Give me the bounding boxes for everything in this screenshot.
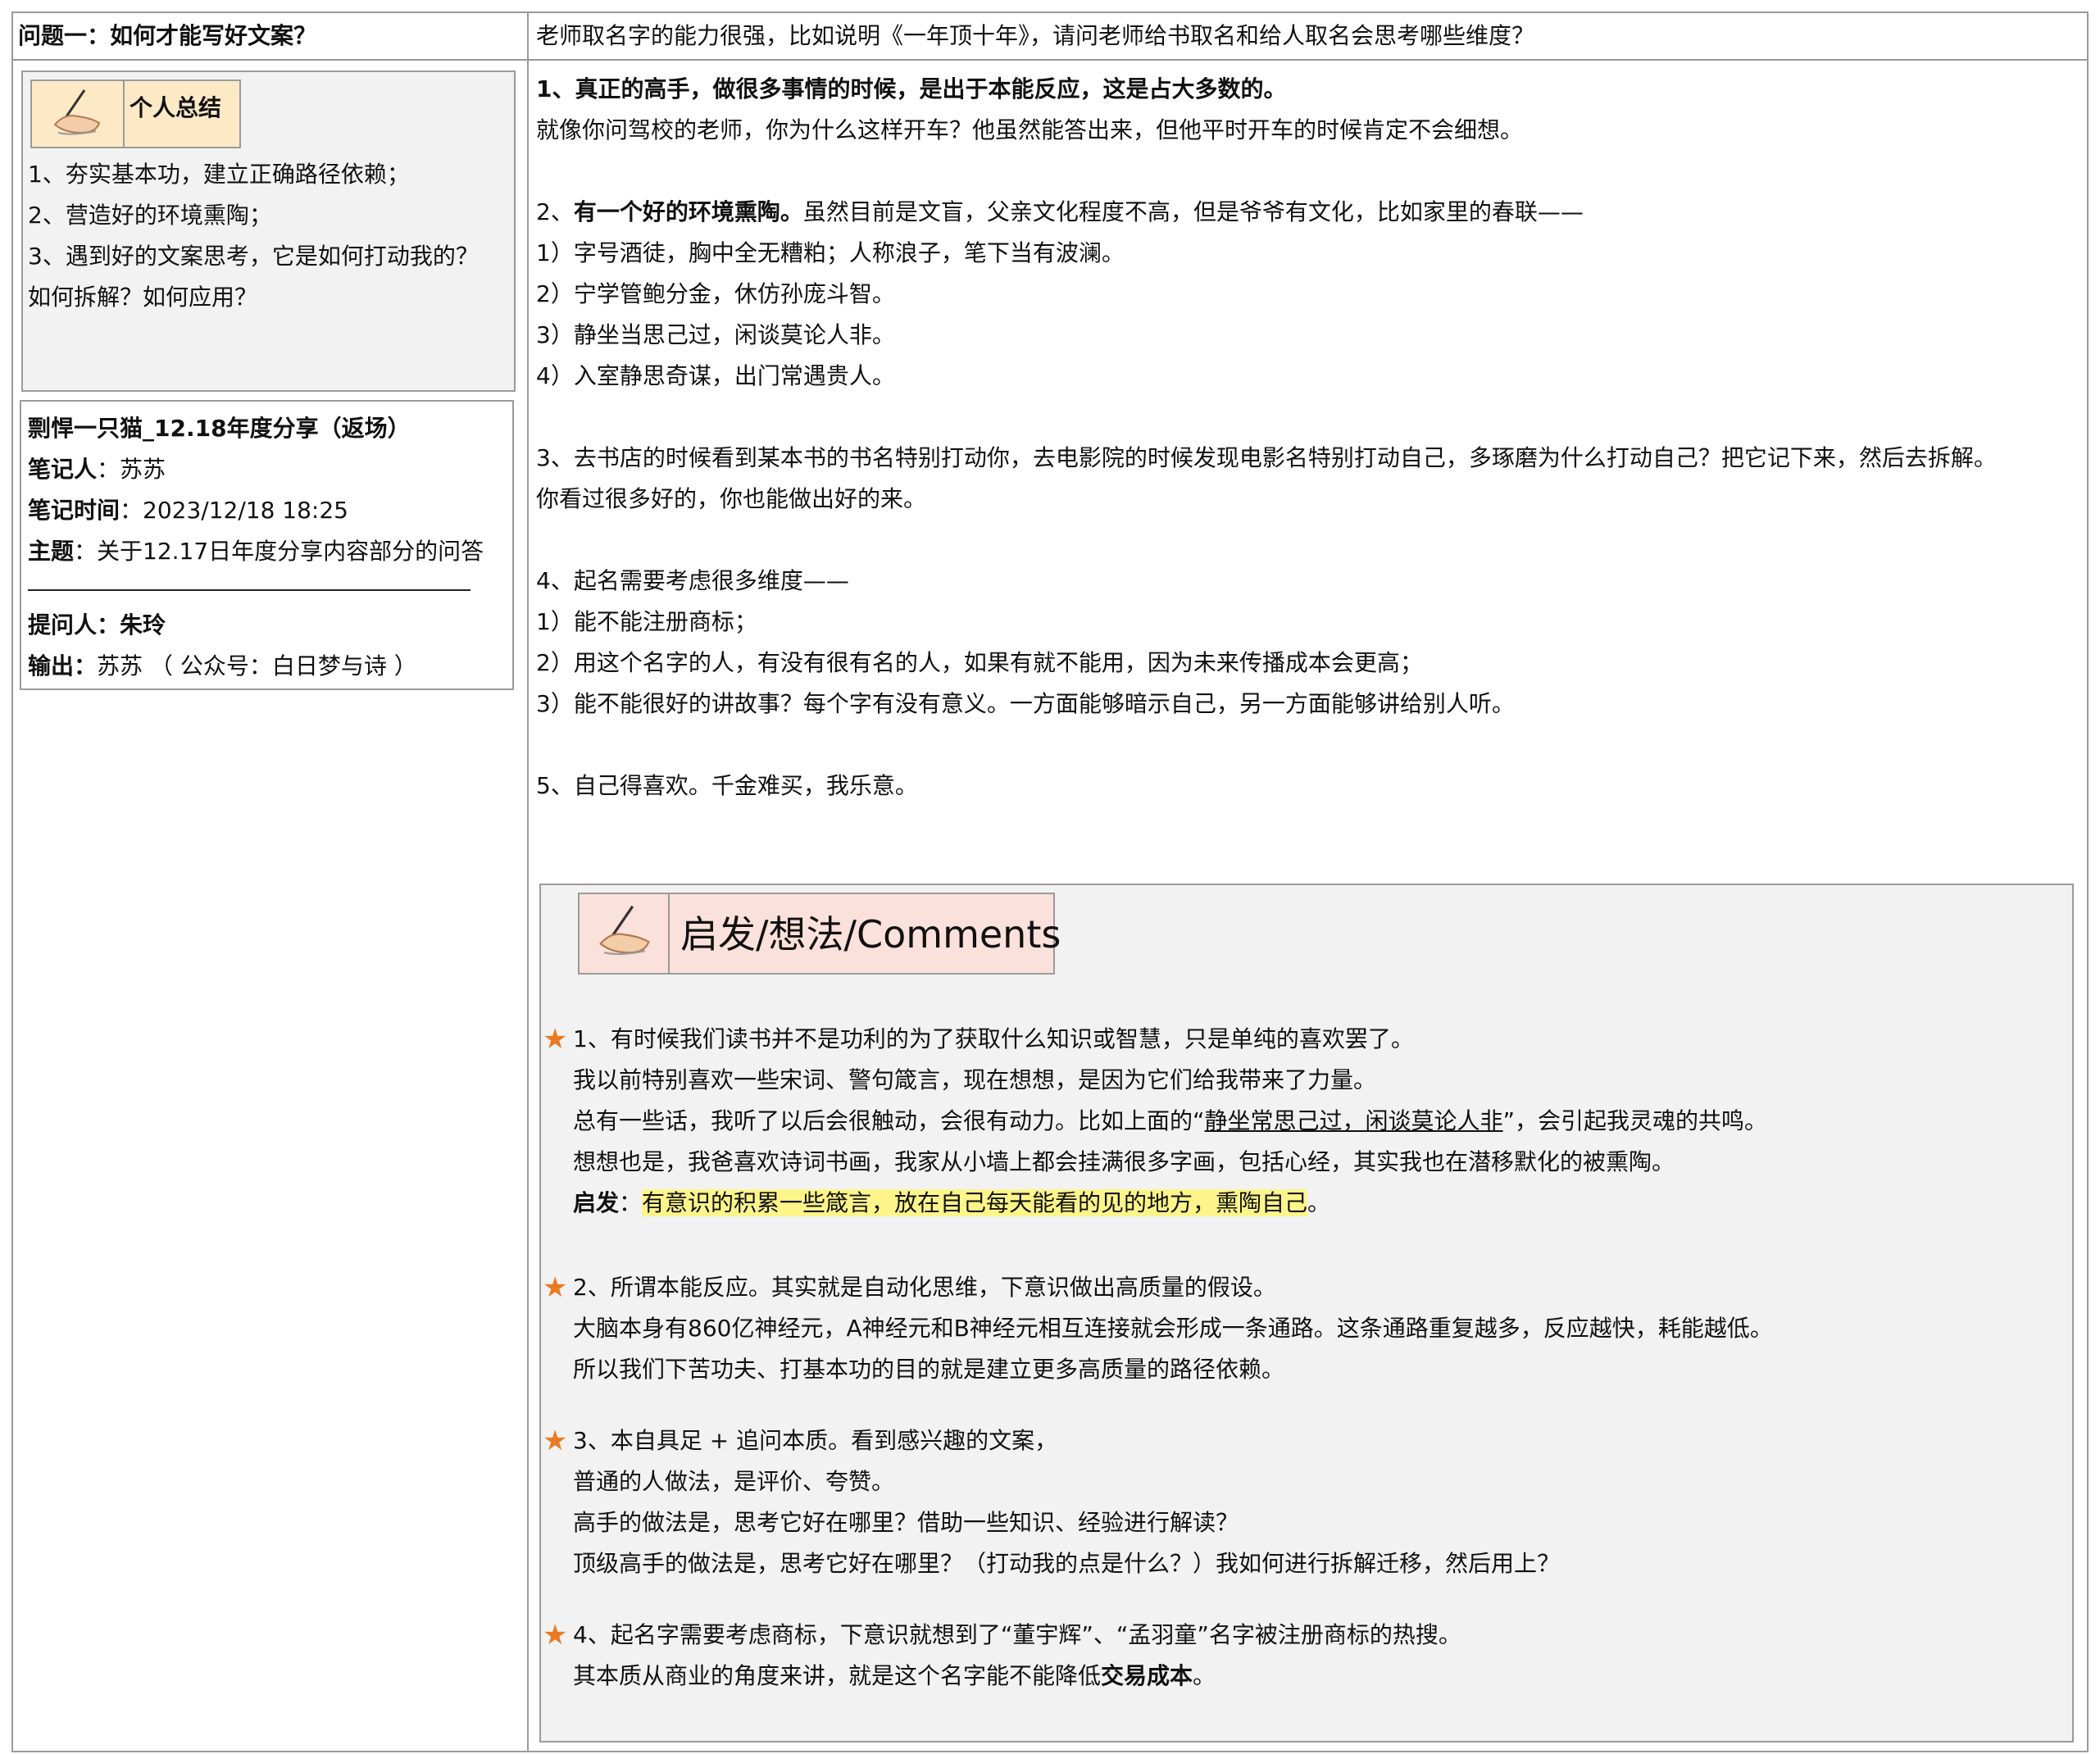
- meta-recorder: 笔记人：苏苏: [28, 449, 166, 490]
- comment-1-quote-lead: 总有一些话，我听了以后会很触动，会很有动力。比如上面的“: [573, 1107, 1205, 1134]
- answer-point-2: 2、有一个好的环境熏陶。虽然目前是文盲，父亲文化程度不高，但是爷爷有文化，比如家…: [536, 192, 1584, 233]
- comment-4: 4、起名字需要考虑商标，下意识就想到了“董宇辉”、“孟羽童”名字被注册商标的热搜…: [573, 1621, 1461, 1648]
- comments-tag-divider: [668, 893, 670, 975]
- writing-hand-icon: [582, 898, 667, 969]
- summary-item: 如何拆解？如何应用？: [28, 284, 258, 311]
- comment-4-line: 其本质从商业的角度来讲，就是这个名字能不能降低交易成本。: [573, 1656, 1216, 1697]
- comment-2: 2、所谓本能反应。其实就是自动化思维，下意识做出高质量的假设。: [573, 1274, 1276, 1301]
- summary-item: 1、夯实基本功，建立正确路径依赖；: [28, 161, 410, 188]
- comment-1-quote: 静坐常思己过，闲谈莫论人非: [1204, 1107, 1503, 1134]
- answer-point-1-detail: 就像你问驾校的老师，你为什么这样开车？他虽然能答出来，但他平时开车的时候肯定不会…: [536, 116, 1524, 143]
- meta-output: 输出：苏苏 （ 公众号：白日梦与诗 ）: [28, 646, 417, 687]
- comment-3-line: 顶级高手的做法是，思考它好在哪里？（打动我的点是什么？）我如何进行拆解迁移，然后…: [573, 1550, 1561, 1577]
- summary-tag-divider: [123, 80, 125, 148]
- summary-item: 2、营造好的环境熏陶；: [28, 202, 272, 229]
- couplet-item: 1）字号酒徒，胸中全无糟粕；人称浪子，笔下当有波澜。: [536, 239, 1125, 266]
- star-icon: ★: [543, 1619, 568, 1652]
- summary-title: 个人总结: [130, 94, 222, 121]
- question-title: 问题一：如何才能写好文案？: [18, 22, 317, 49]
- couplet-item: 2）宁学管鲍分金，休仿孙庞斗智。: [536, 280, 895, 307]
- meta-output-label: 输出：: [28, 652, 98, 679]
- meta-topic-value: ：关于12.17日年度分享内容部分的问答: [74, 538, 484, 565]
- insight-label: 启发: [573, 1189, 620, 1216]
- meta-time: 笔记时间：2023/12/18 18:25: [28, 490, 348, 531]
- meta-topic-label: 主题: [28, 538, 75, 565]
- comment-4-end: 。: [1193, 1662, 1216, 1689]
- meta-recorder-label: 笔记人: [28, 456, 98, 483]
- comment-3-line: 高手的做法是，思考它好在哪里？借助一些知识、经验进行解读？: [573, 1509, 1239, 1536]
- couplet-item: 3）静坐当思己过，闲谈莫论人非。: [536, 321, 895, 348]
- answer-point-2-rest: 虽然目前是文盲，父亲文化程度不高，但是爷爷有文化，比如家里的春联——: [802, 198, 1584, 225]
- naming-item: 2）用这个名字的人，有没有很有名的人，如果有就不能用，因为未来传播成本会更高；: [536, 649, 1423, 676]
- naming-item: 3）能不能很好的讲故事？每个字有没有意义。一方面能够暗示自己，另一方面能够讲给别…: [536, 690, 1515, 717]
- comment-2-line: 所以我们下苦功夫、打基本功的目的就是建立更多高质量的路径依赖。: [573, 1356, 1285, 1383]
- column-divider: [527, 11, 529, 1752]
- insight-colon: ：: [619, 1189, 643, 1216]
- answer-point-3-detail: 你看过很多好的，你也能做出好的来。: [536, 485, 927, 512]
- meta-output-value: 苏苏 （ 公众号：白日梦与诗 ）: [97, 652, 417, 679]
- comment-1-insight: 启发：有意识的积累一些箴言，放在自己每天能看的见的地方，熏陶自己。: [573, 1183, 1330, 1224]
- insight-highlight: 有意识的积累一些箴言，放在自己每天能看的见的地方，熏陶自己: [642, 1189, 1308, 1216]
- comment-1-line: 我以前特别喜欢一些宋词、警句箴言，现在想想，是因为它们给我带来了力量。: [573, 1066, 1377, 1093]
- star-icon: ★: [543, 1425, 568, 1457]
- comment-1-quote-tail: ”，会引起我灵魂的共鸣。: [1502, 1107, 1768, 1134]
- comment-1: 1、有时候我们读书并不是功利的为了获取什么知识或智慧，只是单纯的喜欢罢了。: [573, 1025, 1414, 1052]
- star-icon: ★: [543, 1271, 568, 1304]
- meta-title: 剽悍一只猫_12.18年度分享（返场）: [28, 415, 411, 442]
- comment-2-line: 大脑本身有860亿神经元，A神经元和B神经元相互连接就会形成一条通路。这条通路重…: [573, 1315, 1773, 1342]
- summary-item: 3、遇到好的文案思考，它是如何打动我的？: [28, 243, 479, 270]
- writing-hand-icon: [34, 85, 120, 143]
- comment-4-bold: 交易成本: [1101, 1662, 1193, 1689]
- meta-time-label: 笔记时间: [28, 497, 120, 524]
- meta-topic: 主题：关于12.17日年度分享内容部分的问答: [28, 531, 484, 572]
- comment-1-line: 总有一些话，我听了以后会很触动，会很有动力。比如上面的“静坐常思己过，闲谈莫论人…: [573, 1101, 1767, 1142]
- star-icon: ★: [543, 1023, 568, 1056]
- comment-4-lead: 其本质从商业的角度来讲，就是这个名字能不能降低: [573, 1662, 1102, 1689]
- comments-title: 启发/想法/Comments: [680, 912, 1061, 957]
- couplet-item: 4）入室静思奇谋，出门常遇贵人。: [536, 362, 895, 389]
- question-prompt: 老师取名字的能力很强，比如说明《一年顶十年》，请问老师给书取名和给人取名会思考哪…: [536, 22, 1535, 49]
- meta-separator: [28, 589, 470, 591]
- comment-3-line: 普通的人做法，是评价、夸赞。: [573, 1468, 895, 1495]
- insight-end: 。: [1307, 1189, 1331, 1216]
- answer-point-2-bold: 有一个好的环境熏陶。: [573, 198, 803, 225]
- answer-point-5: 5、自己得喜欢。千金难买，我乐意。: [536, 772, 918, 799]
- meta-recorder-value: ：苏苏: [97, 456, 166, 483]
- header-divider: [11, 59, 2089, 61]
- answer-point-2-prefix: 2、: [536, 198, 574, 225]
- answer-point-4: 4、起名需要考虑很多维度——: [536, 567, 849, 594]
- answer-point-1: 1、真正的高手，做很多事情的时候，是出于本能反应，这是占大多数的。: [536, 75, 1287, 102]
- answer-point-3: 3、去书店的时候看到某本书的书名特别打动你，去电影院的时候发现电影名特别打动自己…: [536, 444, 1997, 471]
- naming-item: 1）能不能注册商标；: [536, 608, 757, 635]
- comment-3: 3、本自具足 + 追问本质。看到感兴趣的文案，: [573, 1427, 1058, 1454]
- meta-asker: 提问人：朱玲: [28, 611, 166, 638]
- comment-1-line: 想想也是，我爸喜欢诗词书画，我家从小墙上都会挂满很多字画，包括心经，其实我也在潜…: [573, 1148, 1675, 1175]
- meta-time-value: ：2023/12/18 18:25: [120, 497, 348, 524]
